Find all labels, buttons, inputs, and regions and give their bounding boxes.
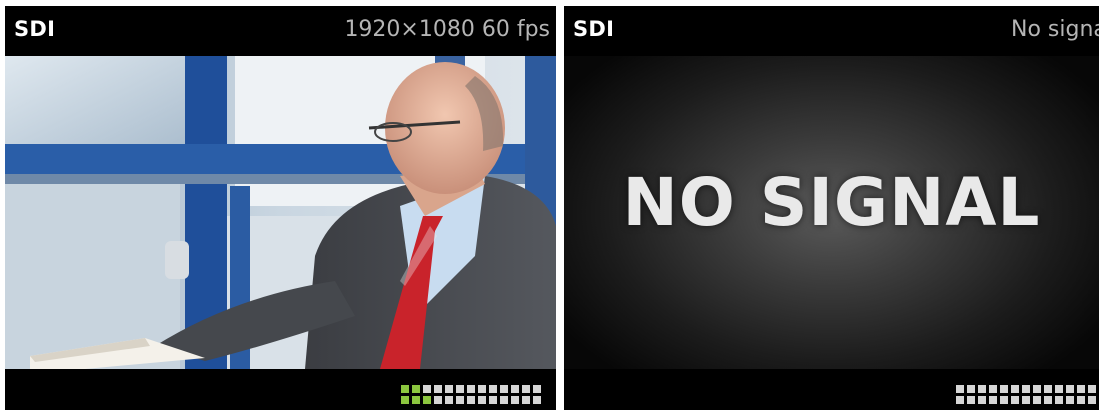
meter-cell [1055, 396, 1063, 404]
meter-cell [423, 396, 431, 404]
meter-cell [978, 396, 986, 404]
meter-cell [967, 385, 975, 393]
meter-cell [489, 385, 497, 393]
meter-cell [456, 385, 464, 393]
meter-cell [500, 396, 508, 404]
camera-video-frame-icon [5, 56, 556, 369]
source-label: SDI [14, 17, 56, 41]
meter-cell [478, 396, 486, 404]
meter-cell [533, 396, 541, 404]
meter-cell [445, 396, 453, 404]
meter-cell [434, 385, 442, 393]
meter-cell [1044, 385, 1052, 393]
meter-cell [445, 385, 453, 393]
meter-cell [489, 396, 497, 404]
meter-cell [1088, 396, 1096, 404]
video-monitor-left[interactable]: SDI 1920×1080 60 fps [5, 6, 556, 410]
signal-status: No signal [1011, 17, 1099, 42]
meter-cell [401, 385, 409, 393]
no-signal-frame: NO SIGNAL [564, 56, 1099, 369]
meter-cell [978, 385, 986, 393]
meter-cell [1022, 385, 1030, 393]
meter-cell [1000, 385, 1008, 393]
meter-cell [1066, 396, 1074, 404]
meter-cell [478, 385, 486, 393]
meter-cell [511, 396, 519, 404]
meter-cell [1033, 385, 1041, 393]
source-label: SDI [573, 17, 615, 41]
meter-cell [401, 396, 409, 404]
meter-cell [511, 385, 519, 393]
meter-cell [467, 396, 475, 404]
meter-cell [1000, 396, 1008, 404]
meter-cell [1066, 385, 1074, 393]
meter-cell [412, 385, 420, 393]
audio-level-meter-icon [401, 385, 541, 404]
meter-cell [1033, 396, 1041, 404]
monitor-footer [5, 369, 556, 410]
meter-cell [1055, 385, 1063, 393]
meter-cell [1088, 385, 1096, 393]
monitor-header: SDI 1920×1080 60 fps [5, 6, 556, 55]
meter-cell [522, 385, 530, 393]
meter-cell [1011, 396, 1019, 404]
meter-cell [1044, 396, 1052, 404]
audio-level-meter-icon [956, 385, 1096, 404]
meter-cell [989, 396, 997, 404]
meter-cell [412, 396, 420, 404]
monitor-footer [564, 369, 1099, 410]
meter-cell [434, 396, 442, 404]
meter-cell [989, 385, 997, 393]
meter-cell [956, 385, 964, 393]
video-monitor-right[interactable]: SDI No signal NO SIGNAL [564, 6, 1099, 410]
meter-cell [1077, 385, 1085, 393]
meter-cell [1011, 385, 1019, 393]
no-signal-message: NO SIGNAL [622, 164, 1041, 241]
meter-cell [423, 385, 431, 393]
meter-cell [522, 396, 530, 404]
meter-cell [1077, 396, 1085, 404]
meter-cell [1022, 396, 1030, 404]
meter-cell [967, 396, 975, 404]
monitor-header: SDI No signal [564, 6, 1099, 55]
format-status: 1920×1080 60 fps [344, 17, 550, 42]
meter-cell [467, 385, 475, 393]
meter-cell [500, 385, 508, 393]
meter-cell [456, 396, 464, 404]
meter-cell [533, 385, 541, 393]
video-frame [5, 56, 556, 369]
meter-cell [956, 396, 964, 404]
